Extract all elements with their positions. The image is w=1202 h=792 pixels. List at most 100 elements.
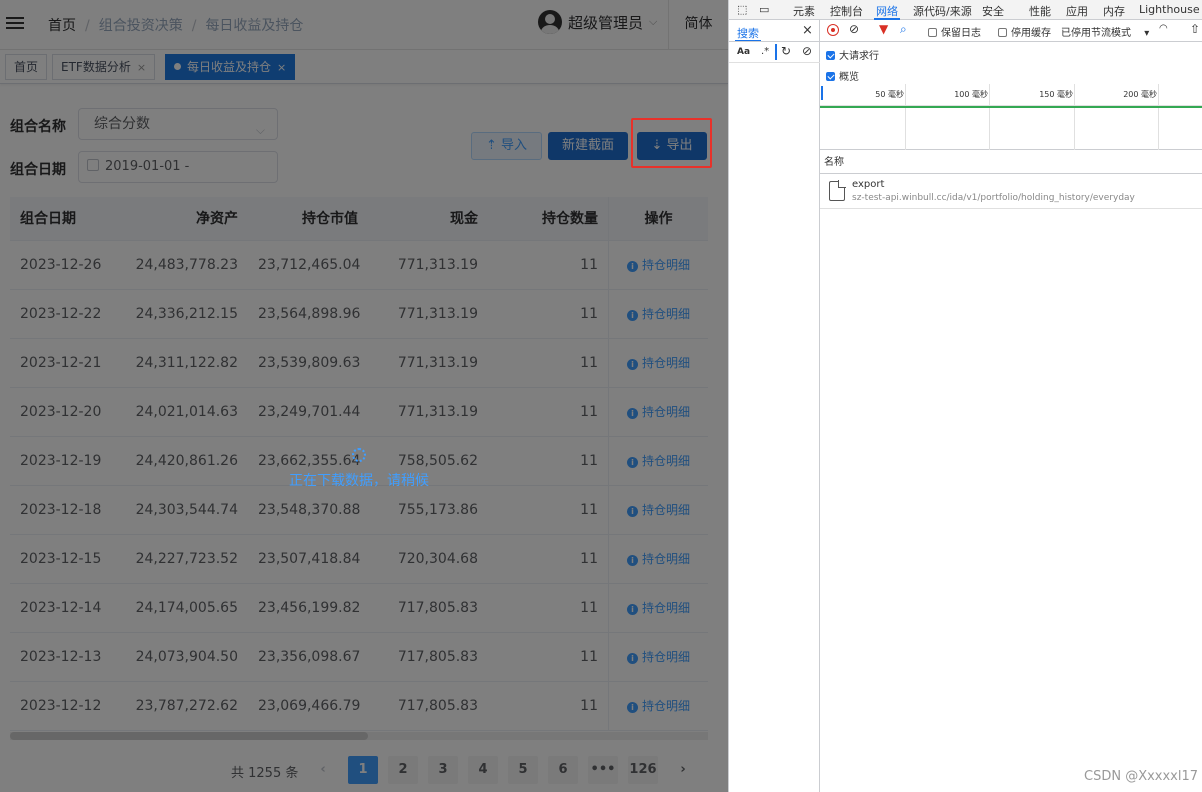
next-page-button[interactable]: › xyxy=(668,756,698,784)
tab-home[interactable]: 首页 xyxy=(5,54,48,80)
tab-etf-analysis[interactable]: ETF数据分析 × xyxy=(52,54,156,80)
network-conditions-icon[interactable]: ◠ xyxy=(1159,23,1168,34)
overview-checkbox[interactable]: 概览 xyxy=(826,68,859,83)
cell-holding-count: 11 xyxy=(580,502,598,518)
cell-net-assets: 24,303,544.74 xyxy=(135,502,238,518)
big-request-rows-label: 大请求行 xyxy=(839,51,879,62)
import-button[interactable]: ⇡ 导入 xyxy=(471,132,542,160)
upload-har-icon[interactable]: ⇧ xyxy=(1190,22,1200,36)
devtools-tab[interactable]: 性能 xyxy=(1029,3,1051,19)
close-icon[interactable]: × xyxy=(277,61,286,74)
close-icon[interactable]: × xyxy=(802,23,813,38)
devtools-tab[interactable]: 元素 xyxy=(793,3,815,19)
record-icon[interactable] xyxy=(827,24,839,36)
devtools-tab[interactable]: 源代码/来源 xyxy=(913,3,972,19)
page-button[interactable]: 5 xyxy=(508,756,538,784)
cell-holding-count: 11 xyxy=(580,551,598,567)
devtools-tab[interactable]: Lighthouse xyxy=(1139,3,1200,16)
info-icon: i xyxy=(626,359,638,370)
devtools-tab[interactable]: 控制台 xyxy=(830,3,863,19)
close-icon[interactable]: × xyxy=(137,61,146,74)
date-range-picker[interactable]: 2019-01-01 - xyxy=(78,151,278,183)
holding-detail-label: 持仓明细 xyxy=(641,258,690,272)
throttling-select[interactable]: 已停用节流模式 ▾ xyxy=(1061,24,1149,39)
prev-page-button[interactable]: ‹ xyxy=(308,756,338,784)
more-pages-button[interactable]: ••• xyxy=(588,756,618,784)
tags-view: 首页 ETF数据分析 × 每日收益及持仓 × xyxy=(0,50,728,84)
page-button[interactable]: 1 xyxy=(348,756,378,784)
filter-icon[interactable]: ▼ xyxy=(879,22,888,36)
regex-icon[interactable]: .* xyxy=(761,46,769,57)
info-icon: i xyxy=(626,702,638,713)
tab-label: 每日收益及持仓 xyxy=(187,60,272,74)
horizontal-scrollbar[interactable] xyxy=(10,732,708,740)
page-button[interactable]: 126 xyxy=(628,756,658,784)
hamburger-menu-icon[interactable] xyxy=(6,14,24,30)
tab-daily-returns[interactable]: 每日收益及持仓 × xyxy=(165,54,296,80)
breadcrumb-home[interactable]: 首页 xyxy=(48,18,76,34)
breadcrumb-portfolio-decision[interactable]: 组合投资决策 xyxy=(99,18,183,34)
info-icon: i xyxy=(626,261,638,272)
new-snapshot-button[interactable]: 新建截面 xyxy=(548,132,628,160)
big-request-rows-checkbox[interactable]: 大请求行 xyxy=(826,47,879,62)
cell-market-value: 23,539,809.63 xyxy=(258,355,361,371)
holding-detail-link[interactable]: i 持仓明细 xyxy=(626,699,690,713)
holding-detail-link[interactable]: i 持仓明细 xyxy=(626,650,690,664)
holding-detail-label: 持仓明细 xyxy=(641,552,690,566)
checkbox-icon xyxy=(928,28,937,37)
devtools-tab[interactable]: 内存 xyxy=(1103,3,1125,19)
holding-detail-link[interactable]: i 持仓明细 xyxy=(626,356,690,370)
user-menu[interactable]: 超级管理员 ⌵ xyxy=(538,10,657,34)
holding-detail-label: 持仓明细 xyxy=(641,601,690,615)
preserve-log-checkbox[interactable]: 保留日志 xyxy=(928,24,981,39)
cell-market-value: 23,069,466.79 xyxy=(258,698,361,714)
cell-actions: i 持仓明细 xyxy=(608,535,708,583)
page-button[interactable]: 6 xyxy=(548,756,578,784)
top-navbar: 首页 / 组合投资决策 / 每日收益及持仓 超级管理员 ⌵ 简体 xyxy=(0,0,728,50)
devtools-tab[interactable]: 网络 xyxy=(874,3,900,20)
cell-holding-count: 11 xyxy=(580,306,598,322)
name-column-header[interactable]: 名称 xyxy=(820,152,1202,174)
disable-cache-checkbox[interactable]: 停用缓存 xyxy=(998,24,1051,39)
throttling-value: 已停用节流模式 xyxy=(1061,28,1131,39)
cell-cash: 717,805.83 xyxy=(397,649,478,665)
holding-detail-link[interactable]: i 持仓明细 xyxy=(626,601,690,615)
page-button[interactable]: 3 xyxy=(428,756,458,784)
search-icon[interactable]: ⌕ xyxy=(900,22,907,37)
clear-icon[interactable]: ⊘ xyxy=(849,22,859,36)
holding-detail-link[interactable]: i 持仓明细 xyxy=(626,552,690,566)
search-tab[interactable]: 搜索 xyxy=(735,25,761,42)
col-date: 组合日期 xyxy=(20,211,76,227)
devtools-tab[interactable]: 安全 xyxy=(982,3,1004,19)
chevron-down-icon: ⌵ xyxy=(649,15,658,28)
search-input[interactable] xyxy=(775,44,777,60)
holding-detail-label: 持仓明细 xyxy=(641,405,690,419)
clear-icon[interactable]: ⊘ xyxy=(802,44,812,58)
cell-date: 2023-12-15 xyxy=(20,551,102,567)
holding-detail-link[interactable]: i 持仓明细 xyxy=(626,454,690,468)
devtools-tab[interactable]: 应用 xyxy=(1066,3,1088,19)
portfolio-select[interactable]: 综合分数 ⌵ xyxy=(78,108,278,140)
page-button[interactable]: 2 xyxy=(388,756,418,784)
page-button[interactable]: 4 xyxy=(468,756,498,784)
language-switch[interactable]: 简体 xyxy=(668,0,728,50)
inspect-icon[interactable]: ⬚ xyxy=(737,3,747,16)
holding-detail-link[interactable]: i 持仓明细 xyxy=(626,503,690,517)
request-row[interactable]: export sz-test-api.winbull.cc/ida/v1/por… xyxy=(820,174,1202,209)
holding-detail-link[interactable]: i 持仓明细 xyxy=(626,405,690,419)
refresh-icon[interactable]: ↻ xyxy=(781,44,791,58)
table-row: 2023-12-26 24,483,778.23 23,712,465.04 771,… xyxy=(10,241,708,290)
device-toggle-icon[interactable]: ▭ xyxy=(759,3,769,16)
preserve-log-label: 保留日志 xyxy=(941,28,981,39)
cell-cash: 771,313.19 xyxy=(397,306,478,322)
scrollbar-thumb[interactable] xyxy=(10,732,368,740)
devtools-tabbar: ⬚ ▭ 元素 控制台 网络 源代码/来源 安全 性能 应用 内存 Lighthouse xyxy=(729,0,1202,20)
checkbox-icon xyxy=(826,51,835,60)
cell-date: 2023-12-18 xyxy=(20,502,102,518)
match-case-icon[interactable]: Aa xyxy=(737,47,750,57)
holding-detail-link[interactable]: i 持仓明细 xyxy=(626,258,690,272)
request-name: export xyxy=(852,179,885,190)
network-overview-timeline[interactable]: 50 毫秒 100 毫秒 150 毫秒 200 毫秒 xyxy=(820,84,1202,150)
cell-actions: i 持仓明细 xyxy=(608,486,708,534)
holding-detail-link[interactable]: i 持仓明细 xyxy=(626,307,690,321)
